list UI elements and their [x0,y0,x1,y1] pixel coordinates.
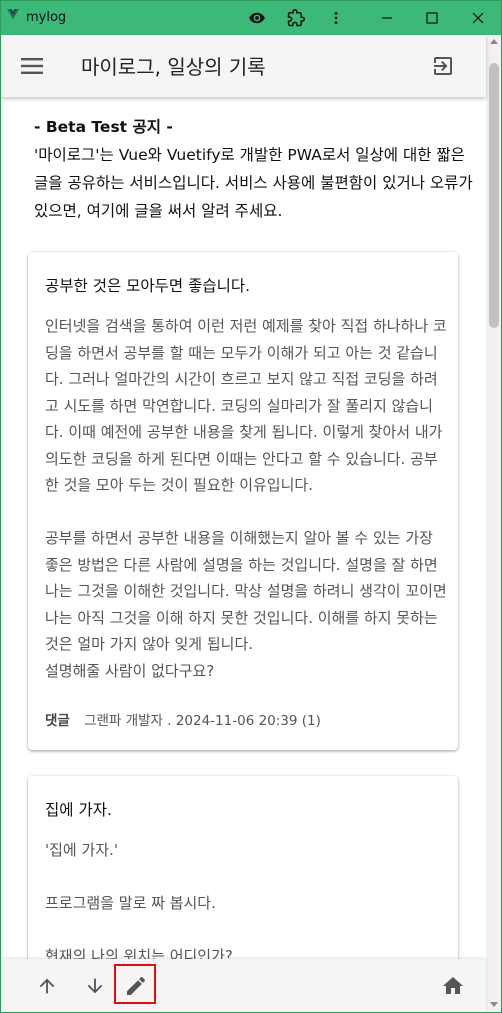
bottom-toolbar [0,959,486,1013]
post-body: 인터넷을 검색을 통하여 이런 저런 예제를 찾아 직접 하나하나 코딩을 하면… [45,317,447,680]
logout-icon [434,57,452,75]
post-card[interactable]: 집에 가자. '집에 가자.' 프로그램을 말로 짜 봅시다. 현재의 나의 위… [28,776,458,959]
notice-body: '마이로그'는 Vue와 Vuetify로 개발한 PWA로서 일상에 대한 짧… [34,146,473,220]
post-card[interactable]: 공부한 것은 모아두면 좋습니다. 인터넷을 검색을 통하여 이런 저런 예제를… [28,252,458,750]
scroll-up-button[interactable] [32,971,62,1001]
menu-icon [21,58,43,74]
window-title: mylog [26,10,67,25]
post-body: '집에 가자.' 프로그램을 말로 짜 봅시다. 현재의 나의 위치는 어디인가… [45,841,233,959]
main-content: - Beta Test 공지 - '마이로그'는 Vue와 Vuetify로 개… [0,97,486,959]
extension-icon[interactable] [284,6,308,30]
home-icon [443,977,463,994]
maximize-icon[interactable] [420,6,444,30]
scrollbar[interactable] [486,35,502,1013]
close-icon[interactable] [466,6,490,30]
arrow-up-icon [39,978,55,994]
scroll-up-arrow-icon[interactable] [490,39,498,44]
home-button[interactable] [438,971,468,1001]
pencil-icon [127,976,146,995]
notice: - Beta Test 공지 - '마이로그'는 Vue와 Vuetify로 개… [34,113,474,225]
post-title: 공부한 것은 모아두면 좋습니다. [45,277,251,295]
page-title: 마이로그, 일상의 기록 [81,55,266,79]
comment-link[interactable]: 댓글 [45,713,70,729]
logout-button[interactable] [428,51,458,81]
vue-logo-icon [7,9,19,19]
window-titlebar: mylog [0,0,502,35]
scroll-down-arrow-icon[interactable] [490,1002,498,1007]
notice-title: - Beta Test 공지 - [34,118,173,136]
post-footer: 댓글 그랜파 개발자 . 2024-11-06 20:39 (1) [45,709,321,729]
post-title: 집에 가자. [45,801,112,819]
scroll-down-button[interactable] [80,971,110,1001]
eye-icon[interactable] [245,6,269,30]
post-meta: 그랜파 개발자 . 2024-11-06 20:39 (1) [84,713,321,729]
more-vert-icon[interactable] [324,6,348,30]
arrow-down-icon [87,978,103,994]
write-post-button[interactable] [121,971,151,1001]
menu-button[interactable] [18,52,46,80]
scrollbar-thumb[interactable] [489,63,499,328]
minimize-icon[interactable] [375,6,399,30]
app-bar: 마이로그, 일상의 기록 [0,35,486,97]
